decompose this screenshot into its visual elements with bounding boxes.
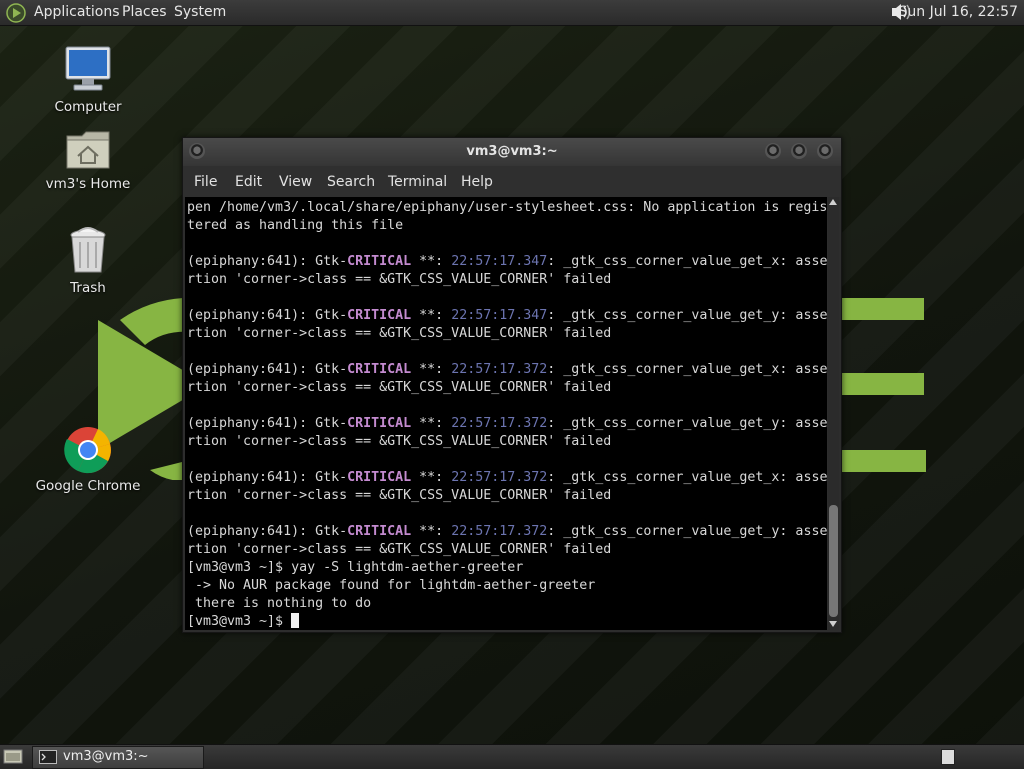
terminal-line: [vm3@vm3 ~]$: [187, 614, 292, 629]
terminal-line: rtion 'corner->class == &GTK_CSS_VALUE_C…: [187, 434, 612, 449]
menu-edit[interactable]: Edit: [235, 166, 262, 198]
terminal-line: tered as handling this file: [187, 218, 404, 233]
desktop-icon-home[interactable]: vm3's Home: [33, 128, 143, 192]
trash-icon: [70, 227, 106, 273]
close-button[interactable]: [817, 143, 833, 159]
system-menu[interactable]: System: [174, 0, 226, 25]
scroll-down-arrow-icon[interactable]: [829, 621, 837, 627]
terminal-line: rtion 'corner->class == &GTK_CSS_VALUE_C…: [187, 272, 612, 287]
terminal-line: (epiphany:641): Gtk-CRITICAL **: 22:57:1…: [187, 416, 827, 431]
desktop-icon-chrome[interactable]: Google Chrome: [33, 426, 143, 494]
clock[interactable]: Sun Jul 16, 22:57: [899, 0, 1019, 25]
terminal-icon: [39, 750, 57, 768]
terminal-line: rtion 'corner->class == &GTK_CSS_VALUE_C…: [187, 488, 612, 503]
window-title: vm3@vm3:~: [466, 144, 558, 159]
menu-terminal[interactable]: Terminal: [388, 166, 447, 198]
desktop-icon-label: vm3's Home: [45, 176, 131, 192]
desktop-icon-label: Trash: [70, 280, 106, 296]
menu-help[interactable]: Help: [461, 166, 493, 198]
terminal-window[interactable]: vm3@vm3:~ File Edit View Search Terminal…: [182, 137, 842, 633]
terminal-line: pen /home/vm3/.local/share/epiphany/user…: [187, 200, 827, 215]
terminal-line: -> No AUR package found for lightdm-aeth…: [187, 578, 596, 593]
chrome-icon: [64, 427, 111, 474]
terminal-line: (epiphany:641): Gtk-CRITICAL **: 22:57:1…: [187, 308, 827, 323]
terminal-line: rtion 'corner->class == &GTK_CSS_VALUE_C…: [187, 380, 612, 395]
desktop-icon-computer[interactable]: Computer: [33, 45, 143, 115]
home-folder-icon: [66, 131, 110, 169]
minimize-button[interactable]: [765, 143, 781, 159]
terminal-scrollbar[interactable]: [828, 197, 839, 630]
desktop-icon-trash[interactable]: Trash: [33, 226, 143, 296]
places-menu[interactable]: Places: [122, 0, 167, 25]
maximize-button[interactable]: [791, 143, 807, 159]
text-cursor: [291, 613, 300, 628]
taskbar-label: vm3@vm3:~: [63, 749, 149, 764]
terminal-line: (epiphany:641): Gtk-CRITICAL **: 22:57:1…: [187, 362, 827, 377]
desktop-icon-label: Computer: [54, 99, 122, 115]
terminal-line: there is nothing to do: [187, 596, 372, 611]
terminal-line: (epiphany:641): Gtk-CRITICAL **: 22:57:1…: [187, 470, 827, 485]
terminal-titlebar[interactable]: vm3@vm3:~: [183, 138, 841, 166]
mate-logo-icon[interactable]: [6, 3, 26, 27]
top-panel: Applications Places System Sun Jul 16, 2…: [0, 0, 1024, 26]
terminal-line: rtion 'corner->class == &GTK_CSS_VALUE_C…: [187, 326, 612, 341]
terminal-output[interactable]: pen /home/vm3/.local/share/epiphany/user…: [185, 197, 827, 630]
computer-icon: [65, 46, 111, 91]
workspace-switcher-icon[interactable]: [941, 749, 955, 765]
applications-menu[interactable]: Applications: [34, 0, 120, 25]
terminal-menubar: File Edit View Search Terminal Help: [183, 166, 841, 197]
menu-view[interactable]: View: [279, 166, 312, 198]
terminal-line: rtion 'corner->class == &GTK_CSS_VALUE_C…: [187, 542, 612, 557]
menu-search[interactable]: Search: [327, 166, 375, 198]
bottom-panel: vm3@vm3:~: [0, 744, 1024, 769]
scroll-up-arrow-icon[interactable]: [829, 199, 837, 205]
taskbar-button-terminal[interactable]: vm3@vm3:~: [32, 746, 204, 769]
terminal-text: pen /home/vm3/.local/share/epiphany/user…: [185, 197, 827, 630]
terminal-line: (epiphany:641): Gtk-CRITICAL **: 22:57:1…: [187, 524, 827, 539]
show-desktop-icon[interactable]: [3, 748, 23, 769]
menu-file[interactable]: File: [194, 166, 217, 198]
terminal-line: [vm3@vm3 ~]$ yay -S lightdm-aether-greet…: [187, 560, 524, 575]
terminal-line: (epiphany:641): Gtk-CRITICAL **: 22:57:1…: [187, 254, 827, 269]
desktop-icon-label: Google Chrome: [35, 478, 141, 494]
scrollbar-thumb[interactable]: [829, 505, 838, 617]
